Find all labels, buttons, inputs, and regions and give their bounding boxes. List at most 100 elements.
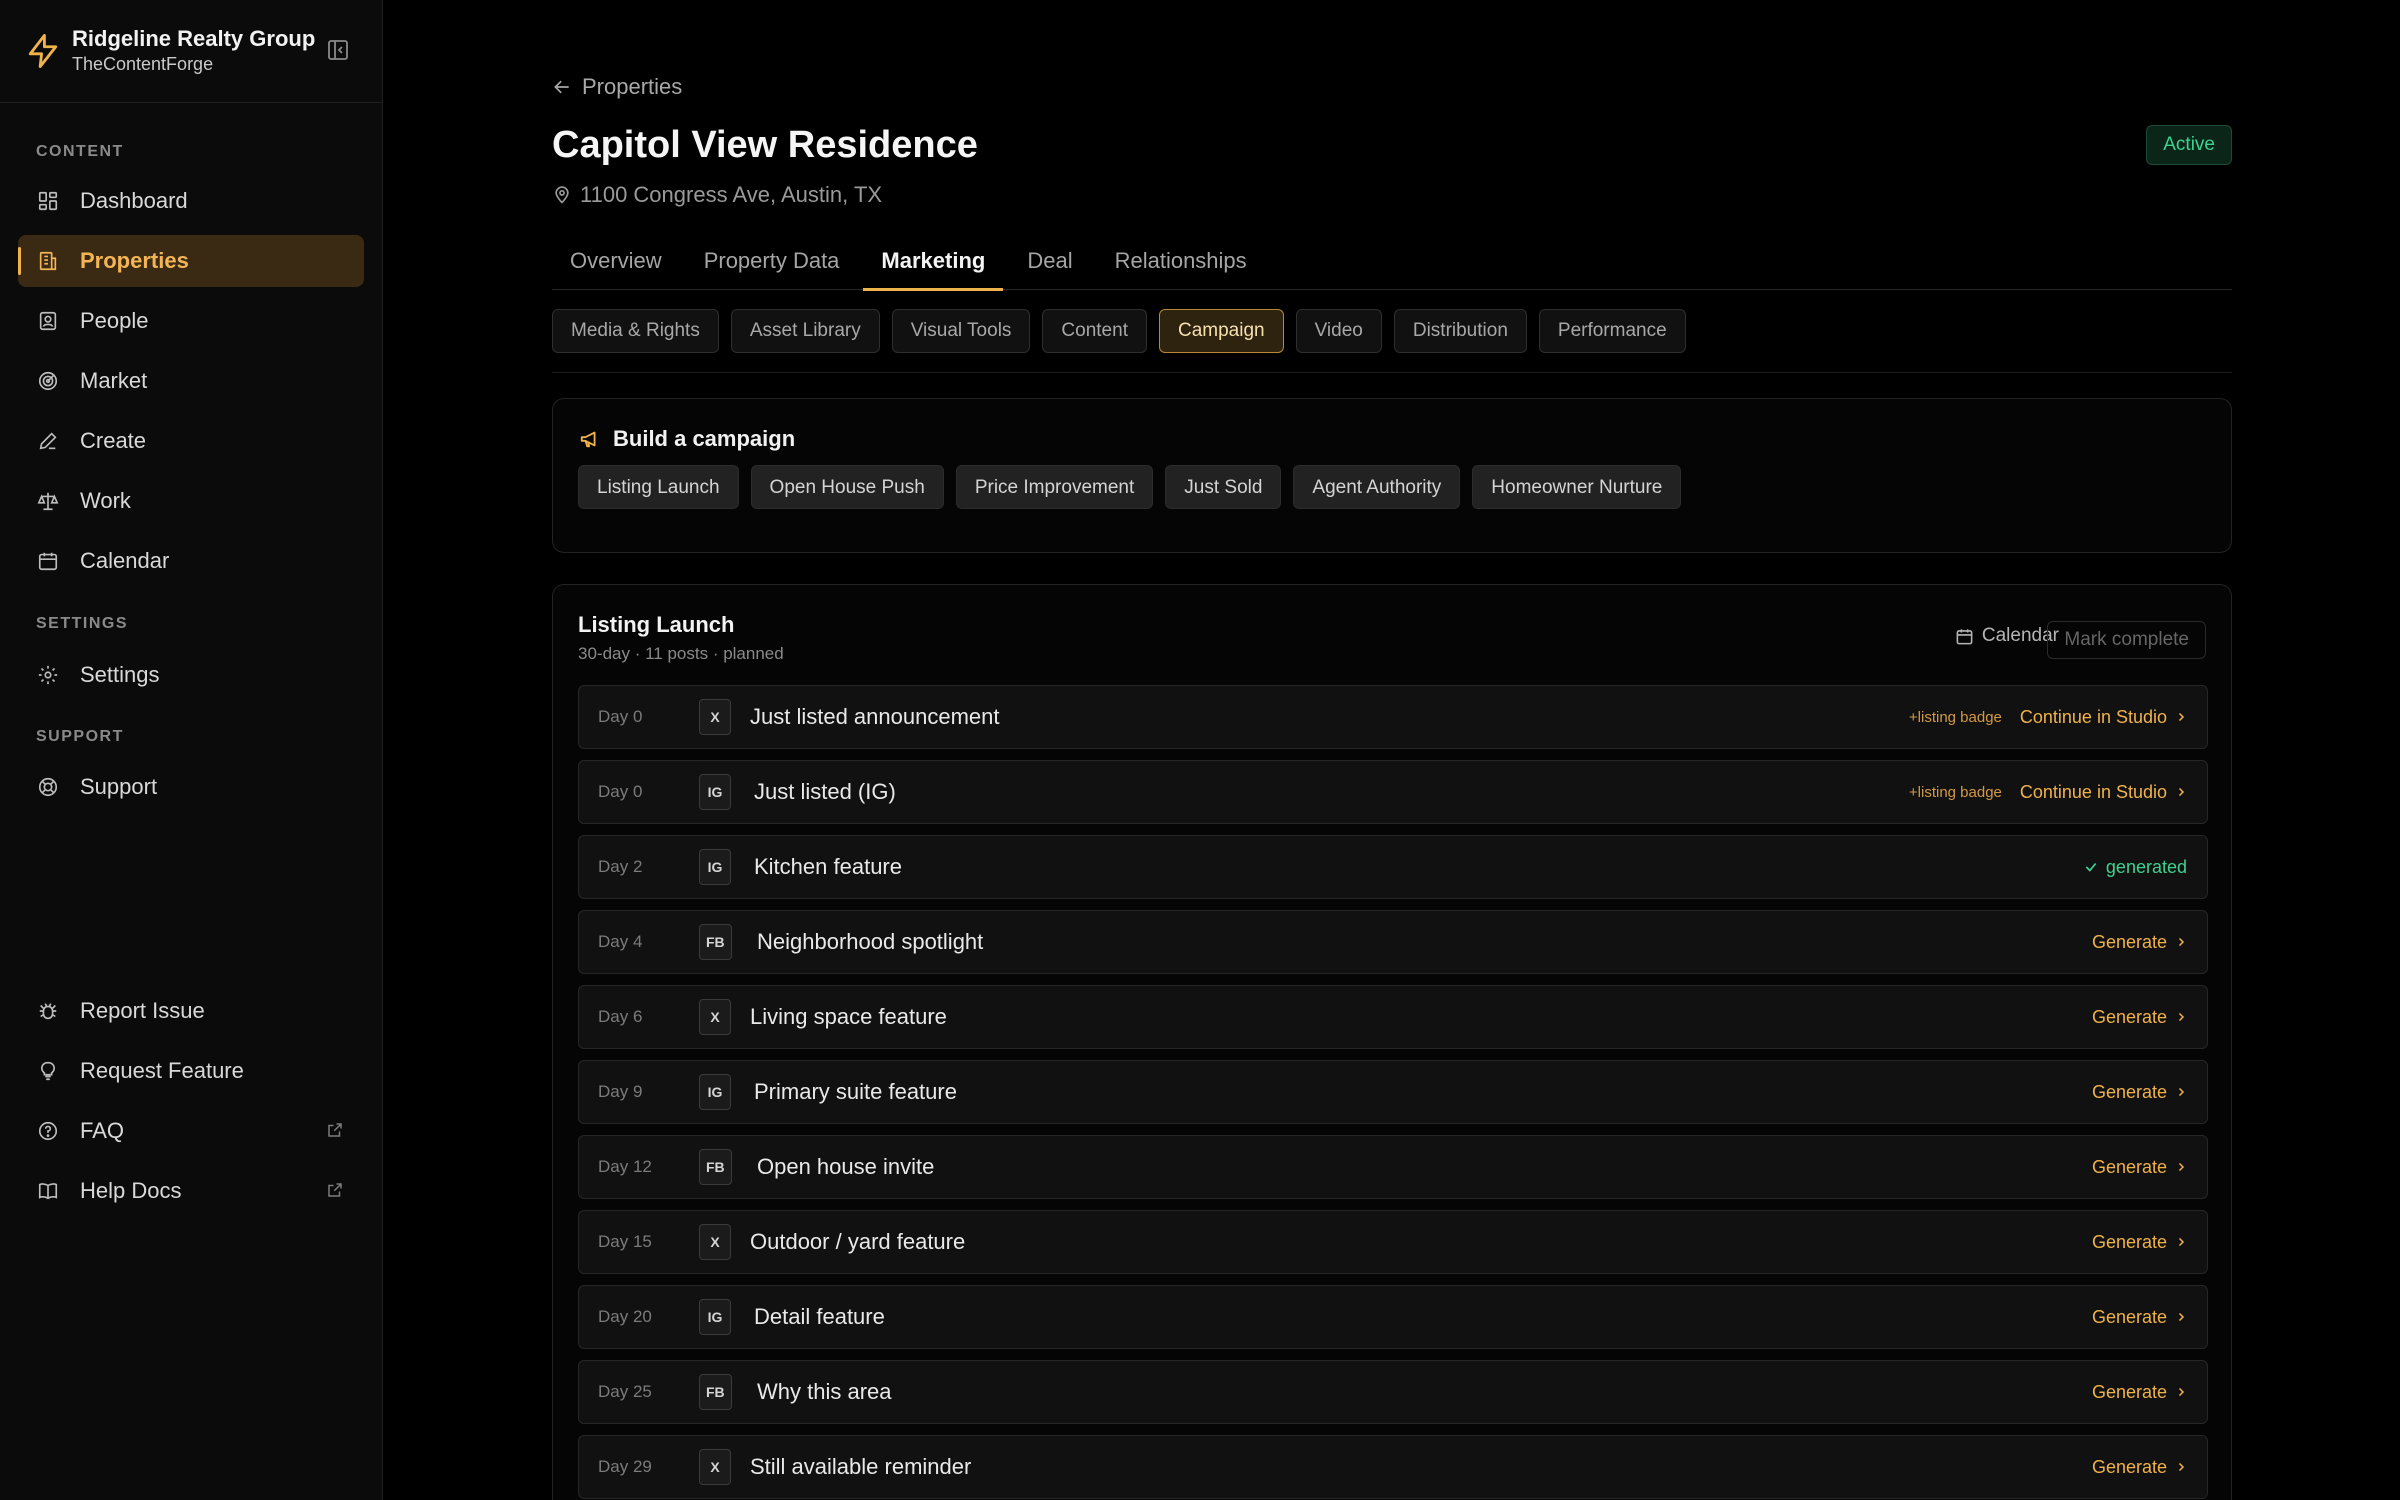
campaign-presets: Listing Launch Open House Push Price Imp… <box>578 465 1693 509</box>
campaign-post-row: Day 15 X Outdoor / yard feature Generate <box>578 1210 2208 1274</box>
post-title: Still available reminder <box>750 1454 972 1479</box>
post-title: Living space feature <box>750 1004 947 1029</box>
sidebar-item-label: Help Docs <box>80 1178 182 1203</box>
generate-button[interactable]: Generate <box>2092 1382 2187 1403</box>
sidebar-item-dashboard[interactable]: Dashboard <box>18 175 364 227</box>
mark-complete-button[interactable]: Mark complete <box>2047 621 2206 659</box>
chevron-right-icon <box>2178 1237 2185 1247</box>
gear-icon <box>36 663 60 687</box>
generate-button[interactable]: Generate <box>2092 1307 2187 1328</box>
status-badge: Active <box>2146 125 2232 165</box>
action-label: Generate <box>2091 1381 2167 1402</box>
tab-marketing[interactable]: Marketing <box>863 240 1004 291</box>
action-label: Generate <box>2091 1156 2167 1177</box>
chevron-right-icon <box>2178 787 2185 797</box>
main-tabs: Overview Property Data Marketing Deal Re… <box>552 240 2232 291</box>
post-title: Neighborhood spotlight <box>757 929 984 954</box>
sidebar-item-help-docs[interactable]: Help Docs <box>18 1165 364 1217</box>
action-label: Generate <box>2091 1231 2167 1252</box>
post-day: Day 25 <box>598 1382 652 1401</box>
sidebar-item-request-feature[interactable]: Request Feature <box>18 1045 364 1097</box>
campaign-title: Listing Launch <box>578 612 735 637</box>
subtab-video[interactable]: Video <box>1295 309 1382 353</box>
chevron-right-icon <box>2178 712 2185 722</box>
subtab-distribution[interactable]: Distribution <box>1393 309 1527 353</box>
subtab-asset-library[interactable]: Asset Library <box>730 309 880 353</box>
subtab-campaign[interactable]: Campaign <box>1158 309 1284 353</box>
section-label-settings: SETTINGS <box>36 615 129 632</box>
megaphone-icon <box>580 431 596 448</box>
generate-button[interactable]: Generate <box>2092 1157 2187 1178</box>
action-label: Continue in Studio <box>2019 781 2167 802</box>
continue-in-studio-button[interactable]: Continue in Studio <box>2020 782 2187 803</box>
section-label-support: SUPPORT <box>36 728 124 745</box>
campaign-post-row: Day 25 FB Why this area Generate <box>578 1360 2208 1424</box>
platform-badge: IG <box>699 774 731 810</box>
marketing-subtabs: Media & Rights Asset Library Visual Tool… <box>552 309 2232 373</box>
action-label: Generate <box>2091 931 2167 952</box>
sidebar-item-calendar[interactable]: Calendar <box>18 535 364 587</box>
generate-button[interactable]: Generate <box>2092 1082 2187 1103</box>
sidebar-item-label: FAQ <box>80 1118 125 1143</box>
action-label: Generate <box>2091 1306 2167 1327</box>
back-link[interactable]: Properties <box>552 74 682 100</box>
sidebar-item-create[interactable]: Create <box>18 415 364 467</box>
action-label: Generate <box>2091 1081 2167 1102</box>
sidebar-item-settings[interactable]: Settings <box>18 649 364 701</box>
sidebar-item-label: People <box>80 308 149 333</box>
radar-icon <box>36 369 60 393</box>
generate-button[interactable]: Generate <box>2092 1457 2187 1478</box>
sidebar-item-label: Report Issue <box>80 998 205 1023</box>
calendar-link[interactable]: Calendar <box>1955 625 2059 647</box>
post-title: Just listed (IG) <box>754 779 896 804</box>
tab-relationships[interactable]: Relationships <box>1097 240 1265 290</box>
sidebar-item-report-issue[interactable]: Report Issue <box>18 985 364 1037</box>
preset-listing-launch[interactable]: Listing Launch <box>578 465 739 509</box>
post-day: Day 0 <box>598 707 643 726</box>
tab-deal[interactable]: Deal <box>1009 240 1090 290</box>
tab-overview[interactable]: Overview <box>552 240 680 290</box>
platform-badge: X <box>699 1224 731 1260</box>
platform-badge: FB <box>699 1374 732 1410</box>
preset-price-improvement[interactable]: Price Improvement <box>955 465 1154 509</box>
sidebar-item-faq[interactable]: FAQ <box>18 1105 364 1157</box>
generate-button[interactable]: Generate <box>2092 932 2187 953</box>
sidebar-item-properties[interactable]: Properties <box>18 235 364 287</box>
subtab-media-rights[interactable]: Media & Rights <box>552 309 719 353</box>
post-day: Day 2 <box>598 857 643 876</box>
generate-button[interactable]: Generate <box>2092 1232 2187 1253</box>
post-title: Open house invite <box>757 1154 935 1179</box>
sidebar-collapse-icon[interactable] <box>326 38 350 62</box>
continue-in-studio-button[interactable]: Continue in Studio <box>2020 707 2187 728</box>
post-title: Why this area <box>757 1379 892 1404</box>
platform-badge: IG <box>699 1074 731 1110</box>
subtab-visual-tools[interactable]: Visual Tools <box>891 309 1031 353</box>
help-circle-icon <box>36 1119 60 1143</box>
subtab-content[interactable]: Content <box>1042 309 1147 353</box>
sidebar-item-support[interactable]: Support <box>18 761 364 813</box>
post-title: Kitchen feature <box>754 854 902 879</box>
campaign-post-row: Day 9 IG Primary suite feature Generate <box>578 1060 2208 1124</box>
subtab-performance[interactable]: Performance <box>1538 309 1686 353</box>
preset-homeowner-nurture[interactable]: Homeowner Nurture <box>1472 465 1682 509</box>
generate-button[interactable]: Generate <box>2092 1007 2187 1028</box>
preset-agent-authority[interactable]: Agent Authority <box>1293 465 1461 509</box>
scale-icon <box>36 489 60 513</box>
sidebar-item-people[interactable]: People <box>18 295 364 347</box>
listing-launch-card: Listing Launch 30-day · 11 posts · plann… <box>552 584 2232 1500</box>
platform-badge: FB <box>699 1149 732 1185</box>
platform-badge: IG <box>699 849 731 885</box>
preset-just-sold[interactable]: Just Sold <box>1165 465 1282 509</box>
post-title: Detail feature <box>754 1304 885 1329</box>
post-title: Outdoor / yard feature <box>750 1229 966 1254</box>
preset-open-house-push[interactable]: Open House Push <box>750 465 944 509</box>
external-link-icon <box>328 1123 342 1137</box>
tab-property-data[interactable]: Property Data <box>686 240 858 290</box>
platform-badge: X <box>699 699 731 735</box>
sidebar-item-work[interactable]: Work <box>18 475 364 527</box>
platform-badge: IG <box>699 1299 731 1335</box>
listing-badge-tag: +listing badge <box>1908 783 2002 801</box>
chevron-right-icon <box>2178 1087 2185 1097</box>
sidebar-item-market[interactable]: Market <box>18 355 364 407</box>
sidebar-item-label: Create <box>80 428 147 453</box>
